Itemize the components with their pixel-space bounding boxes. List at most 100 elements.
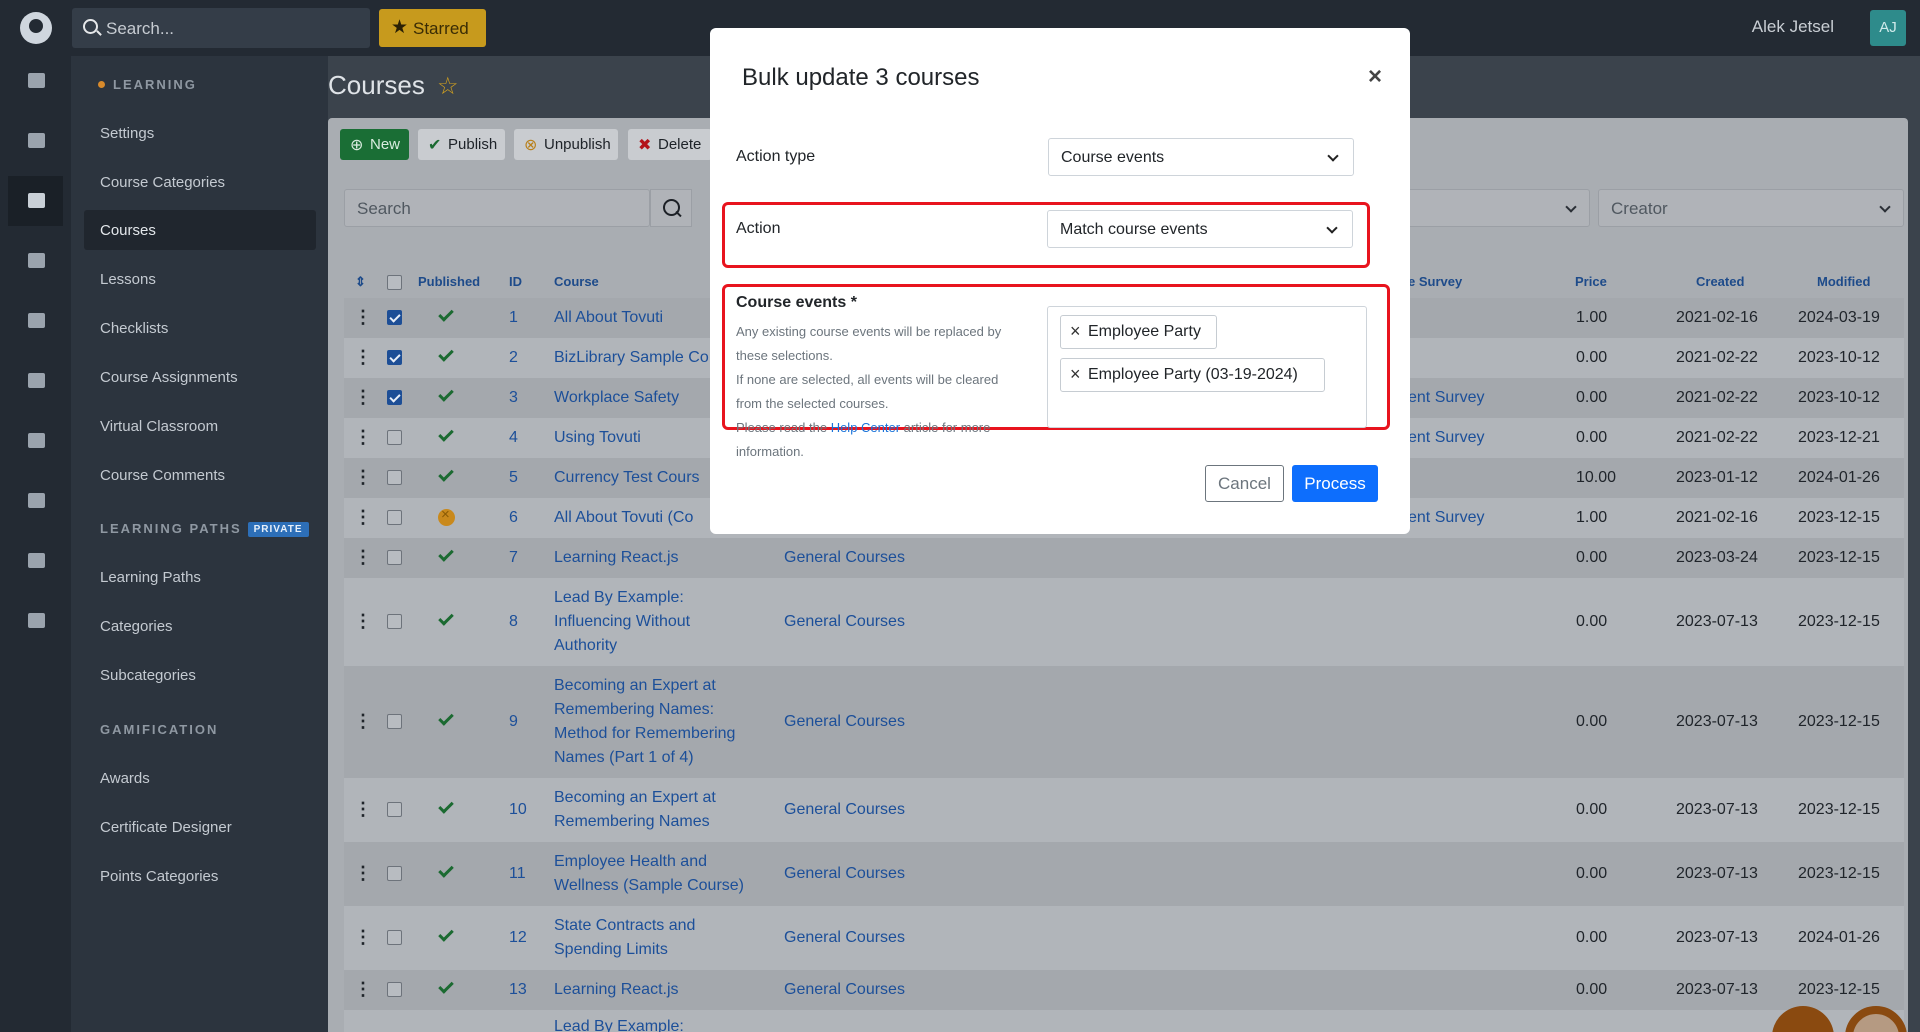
row-checkbox[interactable] (387, 310, 402, 325)
app-logo[interactable] (20, 12, 52, 44)
drag-handle-icon[interactable] (354, 307, 372, 328)
row-id[interactable]: 12 (509, 929, 527, 947)
row-course[interactable]: All About Tovuti (Co (554, 509, 693, 527)
published-check-icon[interactable] (438, 798, 454, 814)
row-id[interactable]: 7 (509, 549, 518, 567)
creator-filter-select[interactable]: Creator (1598, 189, 1904, 227)
table-row[interactable]: 12 State Contracts andSpending Limits Ge… (344, 906, 1904, 970)
col-price[interactable]: Price (1575, 274, 1607, 289)
row-survey[interactable]: ent Survey (1408, 509, 1484, 527)
published-check-icon[interactable] (438, 466, 454, 482)
sidebar-item-certificate-designer[interactable]: Certificate Designer (84, 807, 316, 847)
graduation-cap-icon[interactable] (8, 176, 63, 226)
published-check-icon[interactable] (438, 306, 454, 322)
published-check-icon[interactable] (438, 610, 454, 626)
col-published[interactable]: Published (418, 274, 480, 289)
row-checkbox[interactable] (387, 866, 402, 881)
palette-icon[interactable] (8, 476, 63, 526)
drag-handle-icon[interactable] (354, 863, 372, 884)
row-id[interactable]: 10 (509, 801, 527, 819)
drag-handle-icon[interactable] (354, 979, 372, 1000)
drag-handle-icon[interactable] (354, 547, 372, 568)
starred-button[interactable]: ★ Starred (379, 9, 486, 47)
remove-tag-icon[interactable]: × (1070, 321, 1081, 342)
row-checkbox[interactable] (387, 390, 402, 405)
sidebar-item-settings[interactable]: Settings (84, 113, 316, 153)
row-course[interactable]: Workplace Safety (554, 389, 679, 407)
drag-handle-icon[interactable] (354, 611, 372, 632)
row-course[interactable]: Lead By Example: (554, 1018, 684, 1032)
sidebar-item-course-assignments[interactable]: Course Assignments (84, 357, 316, 397)
row-course[interactable]: Using Tovuti (554, 429, 641, 447)
row-checkbox[interactable] (387, 982, 402, 997)
row-checkbox[interactable] (387, 714, 402, 729)
new-button[interactable]: ⊕ New (340, 129, 409, 160)
drag-handle-icon[interactable] (354, 387, 372, 408)
row-id[interactable]: 8 (509, 613, 518, 631)
sidebar-item-course-comments[interactable]: Course Comments (84, 455, 316, 495)
row-checkbox[interactable] (387, 350, 402, 365)
money-icon[interactable] (8, 296, 63, 346)
global-search-input[interactable]: Search... (72, 8, 370, 48)
published-check-icon[interactable] (438, 346, 454, 362)
sidebar-item-subcategories[interactable]: Subcategories (84, 655, 316, 695)
col-course[interactable]: Course (554, 274, 599, 289)
col-survey[interactable]: e Survey (1408, 274, 1462, 289)
drag-handle-icon[interactable] (354, 507, 372, 528)
table-row[interactable]: 9 Becoming an Expert atRemembering Names… (344, 666, 1904, 778)
sidebar-item-points-categories[interactable]: Points Categories (84, 856, 316, 896)
drag-handle-icon[interactable] (354, 427, 372, 448)
unpublished-icon[interactable] (438, 506, 455, 526)
row-id[interactable]: 6 (509, 509, 518, 527)
row-course[interactable]: Becoming an Expert at Remembering Names (554, 786, 774, 834)
sidebar-item-learning-paths[interactable]: Learning Paths (84, 557, 316, 597)
row-id[interactable]: 5 (509, 469, 518, 487)
unpublish-button[interactable]: ⊗ Unpublish (514, 129, 618, 160)
row-category[interactable]: General Courses (784, 981, 905, 999)
drag-handle-icon[interactable] (354, 711, 372, 732)
published-check-icon[interactable] (438, 926, 454, 942)
row-course[interactable]: BizLibrary Sample Co (554, 349, 709, 367)
sidebar-item-virtual-classroom[interactable]: Virtual Classroom (84, 406, 316, 446)
published-check-icon[interactable] (438, 978, 454, 994)
published-check-icon[interactable] (438, 386, 454, 402)
survey-filter-select[interactable] (1390, 189, 1590, 227)
calendar-icon[interactable] (8, 536, 63, 586)
row-category[interactable]: General Courses (784, 613, 905, 631)
favorite-star-icon[interactable]: ☆ (437, 72, 459, 101)
drag-handle-icon[interactable] (354, 347, 372, 368)
avatar[interactable]: AJ (1870, 10, 1906, 46)
row-id[interactable]: 1 (509, 309, 518, 327)
megaphone-icon[interactable] (8, 236, 63, 286)
table-row[interactable]: 13 Learning React.js General Courses 0.0… (344, 970, 1904, 1010)
search-icon[interactable] (650, 189, 692, 227)
row-id[interactable]: 13 (509, 981, 527, 999)
row-checkbox[interactable] (387, 510, 402, 525)
row-category[interactable]: General Courses (784, 865, 905, 883)
action-type-select[interactable]: Course events (1048, 138, 1354, 176)
published-check-icon[interactable] (438, 710, 454, 726)
gear-icon[interactable] (8, 596, 63, 646)
course-events-multiselect[interactable]: × Employee Party × Employee Party (03-19-2… (1047, 306, 1367, 428)
help-center-link[interactable]: Help Center (831, 420, 900, 435)
process-button[interactable]: Process (1292, 465, 1378, 502)
sort-icon[interactable]: ⇕ (355, 274, 366, 290)
event-tag[interactable]: × Employee Party (03-19-2024) (1060, 358, 1325, 392)
row-course[interactable]: Employee Health and Wellness (Sample Cour… (554, 850, 774, 898)
row-category[interactable]: General Courses (784, 801, 905, 819)
close-icon[interactable]: × (1368, 63, 1382, 91)
row-course[interactable]: Learning React.js (554, 981, 679, 999)
sidebar-item-lessons[interactable]: Lessons (84, 259, 316, 299)
users-icon[interactable] (8, 56, 63, 106)
row-checkbox[interactable] (387, 470, 402, 485)
row-category[interactable]: General Courses (784, 713, 905, 731)
chart-icon[interactable] (8, 356, 63, 406)
row-checkbox[interactable] (387, 802, 402, 817)
user-name[interactable]: Alek Jetsel (1752, 17, 1834, 37)
col-id[interactable]: ID (509, 274, 522, 289)
row-course[interactable]: State Contracts and Spending Limits (554, 914, 774, 962)
table-row[interactable]: 7 Learning React.js General Courses 0.00… (344, 538, 1904, 578)
course-search-input[interactable]: Search (344, 189, 650, 227)
delete-button[interactable]: ✖ Delete (628, 129, 712, 160)
sidebar-item-checklists[interactable]: Checklists (84, 308, 316, 348)
